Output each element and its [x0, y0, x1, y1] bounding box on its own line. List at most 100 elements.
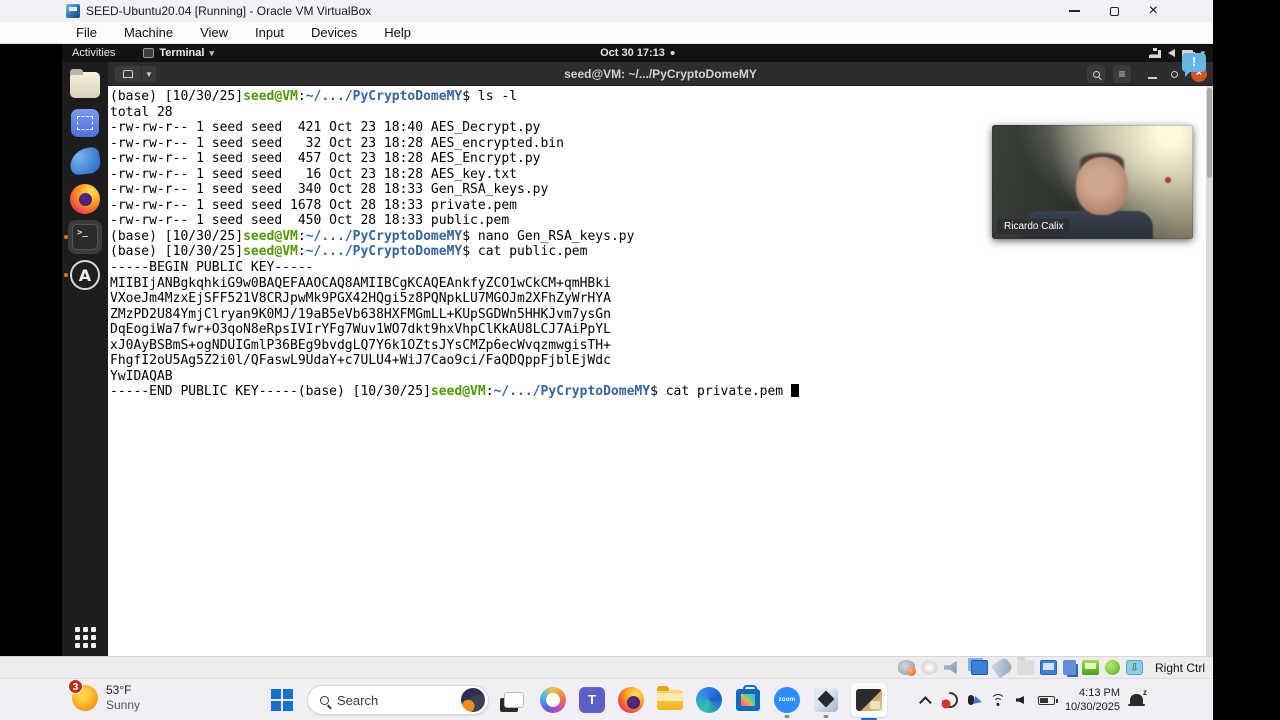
volume-icon: [1158, 49, 1176, 57]
virtualbox-button[interactable]: [812, 686, 840, 718]
tray-time: 4:13 PM: [1079, 687, 1120, 699]
letterbox-bar: [1213, 0, 1280, 720]
clock-menu[interactable]: Oct 30 17:13: [600, 47, 675, 59]
search-placeholder: Search: [337, 692, 379, 708]
vm-window-icon: [856, 689, 882, 711]
menu-view[interactable]: View: [200, 25, 228, 40]
windows-logo-icon: [271, 689, 293, 711]
zoom-button[interactable]: zoom: [773, 686, 801, 718]
shared-folder-icon[interactable]: [1016, 657, 1034, 675]
search-daily-image: [461, 688, 485, 712]
network-adapter-icon[interactable]: [1081, 660, 1099, 675]
activities-button[interactable]: Activities: [72, 47, 115, 59]
firefox-button[interactable]: [617, 686, 645, 714]
menu-help[interactable]: Help: [384, 25, 411, 40]
copilot-button[interactable]: [539, 686, 567, 714]
close-button[interactable]: ×: [1149, 3, 1158, 19]
tray-overflow-chevron-icon[interactable]: [918, 695, 932, 709]
red-indicator-dot: [1165, 177, 1171, 183]
clock-widget[interactable]: 4:13 PM 10/30/2025: [1065, 686, 1120, 714]
focused-app-menu[interactable]: Terminal ▾: [143, 47, 214, 59]
webcam-overlay: Ricardo Calix: [992, 125, 1193, 239]
running-indicator: [823, 715, 829, 718]
vm-window-button[interactable]: [851, 683, 887, 720]
file-explorer-icon: [657, 686, 683, 710]
notification-bell-icon[interactable]: [1128, 688, 1147, 706]
scrollbar-thumb[interactable]: [1207, 88, 1212, 178]
search-icon: [1092, 70, 1100, 78]
terminal-search-button[interactable]: [1087, 65, 1105, 83]
running-indicator: [784, 715, 790, 718]
ubuntu-dock: >_ A: [62, 62, 108, 656]
terminal-maximize-button[interactable]: [1165, 65, 1183, 83]
task-view-button[interactable]: [500, 686, 528, 714]
search-icon: [320, 695, 329, 705]
window-title: SEED-Ubuntu20.04 [Running] - Oracle VM V…: [86, 4, 372, 18]
wifi-icon[interactable]: [990, 694, 1006, 706]
battery-icon[interactable]: [1037, 695, 1058, 705]
terminal-minimize-button[interactable]: [1143, 65, 1161, 83]
notification-badge: 3: [68, 679, 83, 694]
optical-disk-icon[interactable]: [920, 660, 938, 675]
terminal-menu-button[interactable]: ≡: [1113, 65, 1131, 83]
edge-button[interactable]: [695, 686, 723, 714]
tray-date: 10/30/2025: [1064, 701, 1120, 713]
wireshark-icon: [68, 146, 102, 176]
zoom-icon: zoom: [774, 687, 800, 713]
participant-name-label: Ricardo Calix: [997, 219, 1071, 234]
weather-condition: Sunny: [106, 698, 141, 712]
minimize-button[interactable]: [1068, 10, 1080, 12]
mouse-integration-icon[interactable]: [1104, 660, 1120, 675]
restore-button[interactable]: [1109, 3, 1123, 16]
vbox-window-titlebar: SEED-Ubuntu20.04 [Running] - Oracle VM V…: [0, 0, 1213, 22]
ubuntu-desktop: Activities Terminal ▾ Oct 30 17:13 ▾: [62, 44, 1213, 656]
teams-icon: T: [579, 687, 605, 713]
apps-grid-icon: [74, 627, 96, 648]
display-icon[interactable]: [1039, 660, 1057, 675]
chevron-down-icon: ▾: [209, 47, 214, 58]
system-tray: 4:13 PM 10/30/2025: [918, 679, 1147, 720]
start-button[interactable]: [268, 686, 296, 714]
show-applications-button[interactable]: [62, 627, 108, 648]
usb-icon[interactable]: [991, 656, 1014, 679]
dock-item-anaconda[interactable]: A: [62, 256, 108, 294]
dock-item-terminal[interactable]: >_: [62, 218, 108, 256]
auto-resize-icon[interactable]: ⇩: [1125, 660, 1143, 675]
hard-disk-icon[interactable]: [897, 660, 916, 676]
virtualbox-logo-icon: [66, 4, 80, 18]
microphone-location-icon[interactable]: [967, 695, 974, 705]
terminal-titlebar[interactable]: ▼ seed@VM: ~/.../PyCryptoDomeMY ≡ ×: [108, 62, 1213, 86]
firefox-icon: [618, 687, 644, 713]
menu-input[interactable]: Input: [255, 25, 284, 40]
weather-widget[interactable]: 3 53°F Sunny: [68, 679, 141, 713]
microsoft-store-button[interactable]: [734, 685, 762, 714]
screen-record-icon[interactable]: [938, 688, 962, 712]
audio-icon[interactable]: [943, 660, 957, 675]
search-box[interactable]: Search: [307, 685, 489, 715]
vbox-status-bar: ⇩ Right Ctrl: [0, 656, 1213, 679]
notification-bubble[interactable]: !: [1182, 53, 1206, 77]
volume-icon[interactable]: [1015, 696, 1024, 704]
ubuntu-top-bar: Activities Terminal ▾ Oct 30 17:13 ▾: [62, 44, 1213, 62]
file-explorer-button[interactable]: [656, 686, 684, 714]
menu-file[interactable]: File: [76, 25, 97, 40]
copilot-icon: [540, 687, 566, 713]
dock-item-firefox[interactable]: [62, 180, 108, 218]
terminal-mini-icon: [143, 48, 155, 58]
terminal-scrollbar[interactable]: [1206, 86, 1213, 656]
host-key-label: Right Ctrl: [1154, 660, 1205, 675]
running-indicator: [64, 235, 68, 239]
vm-display: Activities Terminal ▾ Oct 30 17:13 ▾: [0, 44, 1213, 656]
menu-machine[interactable]: Machine: [124, 25, 173, 40]
sun-icon: 3: [68, 679, 98, 711]
teams-button[interactable]: T: [578, 686, 606, 714]
microsoft-store-icon: [736, 685, 760, 711]
terminal-icon: >_: [68, 220, 102, 254]
clipboard-icon[interactable]: [1062, 660, 1076, 675]
dock-item-wireshark[interactable]: [62, 142, 108, 180]
menu-devices[interactable]: Devices: [311, 25, 357, 40]
vbox-menubar: File Machine View Input Devices Help: [0, 22, 1213, 44]
dock-item-files[interactable]: [62, 66, 108, 104]
dock-item-screenshot[interactable]: [62, 104, 108, 142]
displays-icon[interactable]: [970, 660, 988, 675]
